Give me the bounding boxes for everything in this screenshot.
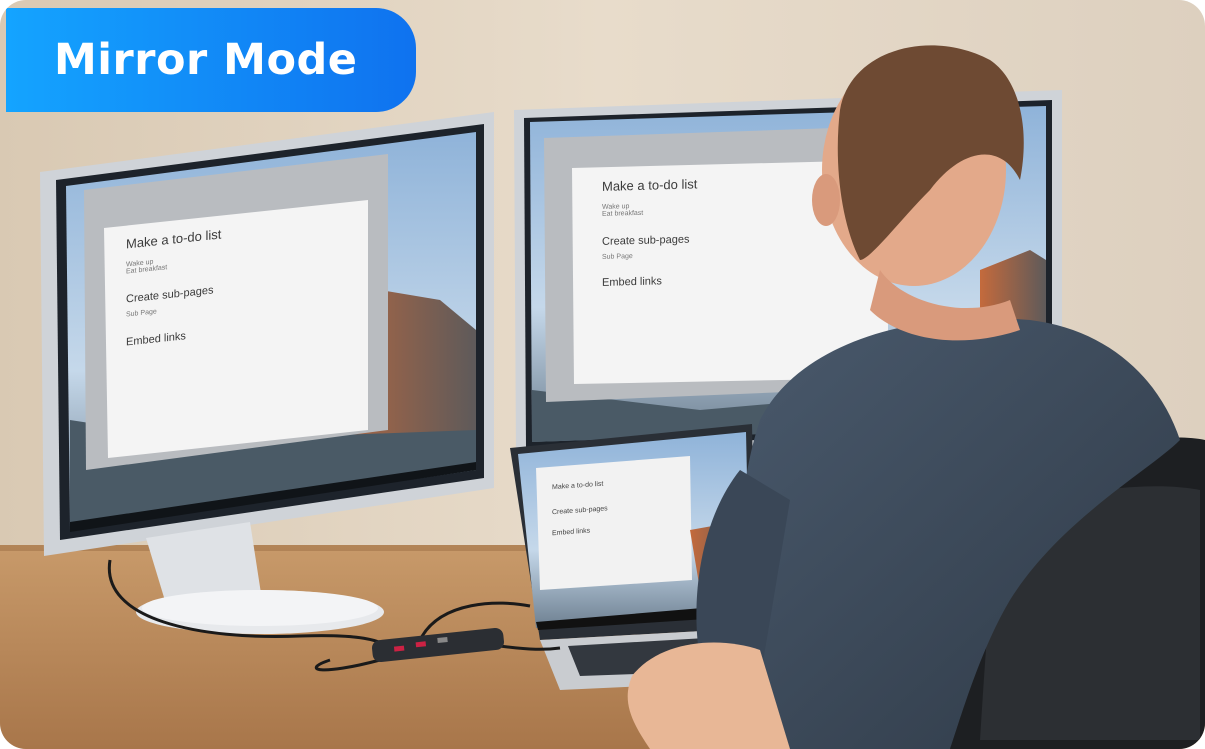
laptop-screen-document: Make a to-do list Create sub-pages Embed… bbox=[552, 476, 672, 538]
right-subpages-title: Create sub-pages bbox=[602, 233, 690, 248]
scene-illustration bbox=[0, 0, 1205, 749]
mirror-mode-badge: Mirror Mode bbox=[6, 8, 416, 112]
badge-label: Mirror Mode bbox=[54, 35, 358, 85]
left-screen-document: Make a to-do list Wake up Eat breakfast … bbox=[126, 215, 326, 348]
right-screen-document: Make a to-do list Wake up Eat breakfast … bbox=[602, 173, 822, 288]
right-subpage-item: Sub Page bbox=[602, 253, 633, 261]
laptop-subpages-title: Create sub-pages bbox=[552, 505, 608, 517]
photo-scene: Mirror Mode Make a to-do list Wake up Ea… bbox=[0, 0, 1205, 749]
